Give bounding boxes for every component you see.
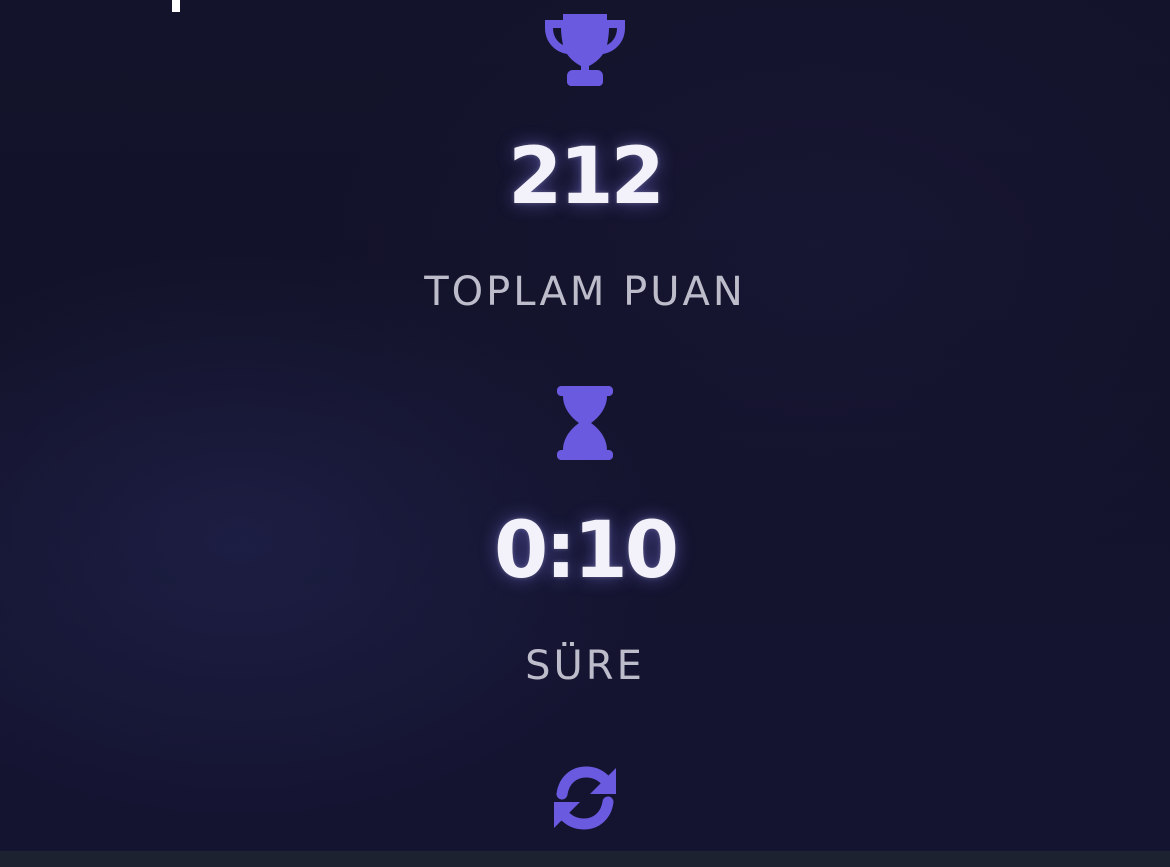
- time-value: 0:10: [493, 506, 679, 596]
- hourglass-icon: [557, 386, 613, 460]
- title-fragment: [172, 0, 180, 12]
- score-label: TOPLAM PUAN: [424, 269, 746, 315]
- bottom-bar: [0, 851, 1170, 867]
- time-label: SÜRE: [525, 643, 645, 689]
- trophy-icon: [545, 14, 625, 86]
- score-value: 212: [508, 132, 665, 222]
- refresh-icon[interactable]: [550, 764, 620, 832]
